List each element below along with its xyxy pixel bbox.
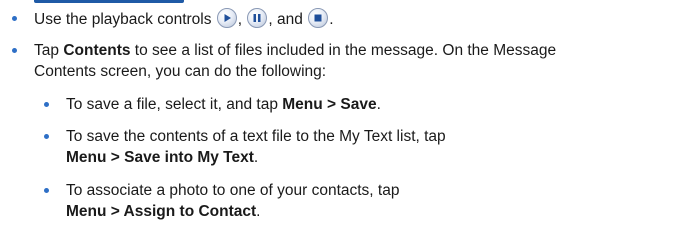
line-2: Menu > Save into My Text. [66,149,259,166]
play-icon [216,8,237,28]
list-item-playback: Use the playback controls , , and . [12,8,334,30]
pause-icon [247,8,268,28]
bullet-dot [44,134,49,139]
menu-path: Menu > Assign to Contact [66,203,257,220]
line-1: To save the contents of a text file to t… [66,128,446,145]
section-heading-fragment [34,0,184,3]
menu-path: Menu > Save [282,96,377,113]
sub-list-item-save: To save a file, select it, and tap Menu … [44,94,381,115]
bullet-dot [12,16,17,21]
list-item-contents: Tap Contents to see a list of files incl… [12,40,684,82]
bullet-dot [12,48,17,53]
line-1: To associate a photo to one of your cont… [66,182,400,199]
text: Use the playback controls [34,11,212,28]
bullet-dot [44,102,49,107]
contents-term: Contents [63,42,131,59]
sub-list-item-save-text: To save the contents of a text file to t… [44,126,446,168]
page: Use the playback controls , , and . Tap … [0,0,698,241]
line-1: Tap Contents to see a list of files incl… [34,42,557,59]
line-2: Contents screen, you can do the followin… [34,63,327,80]
stop-icon [308,8,329,28]
sub-list-item-assign: To associate a photo to one of your cont… [44,180,400,222]
bullet-dot [44,188,49,193]
menu-path: Menu > Save into My Text [66,149,254,166]
line-2: Menu > Assign to Contact. [66,203,261,220]
